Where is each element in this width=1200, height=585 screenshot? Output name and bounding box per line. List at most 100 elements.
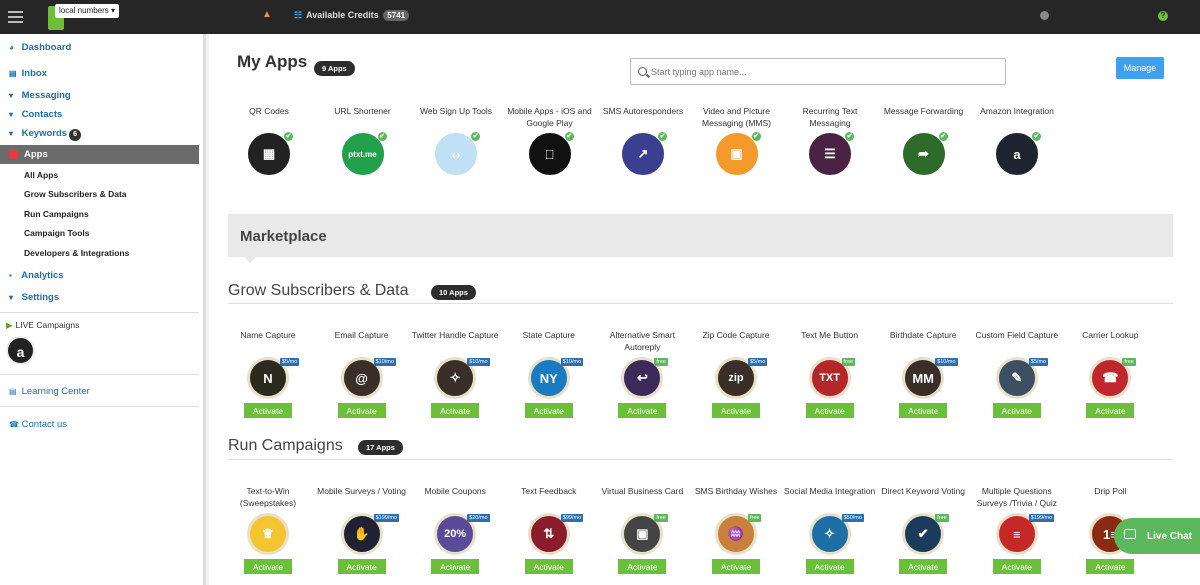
sidebar-item-contacts[interactable]: ▾ Contacts — [9, 109, 62, 120]
trophy-icon[interactable]: ♕ — [247, 513, 289, 555]
image-icon[interactable]: ▣✔ — [716, 133, 758, 175]
sidebar-item-messaging[interactable]: ▾ Messaging — [9, 90, 71, 101]
sidebar-item-dashboard[interactable]: ◕ Dashboard — [9, 42, 71, 53]
reply-icon[interactable]: ↩free — [621, 357, 663, 399]
number-select[interactable]: local numbers ▾ — [55, 4, 119, 18]
mobile-app-icon[interactable]: ✔ — [529, 133, 571, 175]
sidebar-sub-campaign-tools[interactable]: Campaign Tools — [24, 228, 90, 238]
app-card[interactable]: Text Me ButtonTXTfreeActivate — [783, 329, 877, 418]
calendar-icon[interactable]: MM$10/mo — [902, 357, 944, 399]
app-card[interactable]: Alternative Smart Autoreply↩freeActivate — [595, 329, 689, 418]
app-card[interactable]: Zip Code Capturezip$5/moActivate — [689, 329, 783, 418]
activate-button[interactable]: Activate — [525, 559, 573, 574]
app-card[interactable]: Email Capture@$10/moActivate — [315, 329, 409, 418]
app-card[interactable]: Video and Picture Messaging (MMS)▣✔ — [690, 105, 784, 175]
app-card[interactable]: URL Shortenerptxt.me✔ — [316, 105, 410, 175]
app-card[interactable]: Direct Keyword Voting✔freeActivate — [876, 485, 970, 574]
app-card[interactable]: Amazon Integrationa✔ — [970, 105, 1064, 175]
menu-icon[interactable] — [8, 11, 23, 23]
qr-code-icon[interactable]: ▦✔ — [248, 133, 290, 175]
manage-button[interactable]: Manage — [1116, 57, 1164, 79]
form-edit-icon[interactable]: ✎$5/mo — [996, 357, 1038, 399]
activate-button[interactable]: Activate — [806, 559, 854, 574]
account-icon[interactable] — [1040, 11, 1049, 20]
name-capture-icon[interactable]: N$5/mo — [247, 357, 289, 399]
activate-button[interactable]: Activate — [899, 403, 947, 418]
app-card[interactable]: Carrier Lookup☎freeActivate — [1063, 329, 1157, 418]
cake-icon[interactable]: ♒free — [715, 513, 757, 555]
app-card[interactable]: Virtual Business Card▣freeActivate — [595, 485, 689, 574]
rocket-icon[interactable]: ▲ — [262, 9, 272, 20]
sidebar-item-settings[interactable]: ▾ Settings — [9, 292, 59, 303]
activate-button[interactable]: Activate — [618, 403, 666, 418]
app-card[interactable]: Web Sign Up Tools‹›✔ — [409, 105, 503, 175]
phone-search-icon[interactable]: ☎free — [1089, 357, 1131, 399]
app-card[interactable]: Mobile Apps - iOS and Google Play✔ — [503, 105, 597, 175]
activate-button[interactable]: Activate — [899, 559, 947, 574]
app-card[interactable]: State CaptureNY$10/moActivate — [502, 329, 596, 418]
activate-button[interactable]: Activate — [618, 559, 666, 574]
activate-button[interactable]: Activate — [244, 559, 292, 574]
help-icon[interactable]: ? — [1158, 11, 1168, 21]
app-card[interactable]: Multiple Questions Surveys /Trivia / Qui… — [970, 485, 1064, 574]
app-card[interactable]: SMS Birthday Wishes♒freeActivate — [689, 485, 783, 574]
amazon-icon[interactable]: a — [6, 336, 35, 365]
activate-button[interactable]: Activate — [712, 559, 760, 574]
app-card[interactable]: Text Feedback⇅$99/moActivate — [502, 485, 596, 574]
sidebar-sub-developers[interactable]: Developers & Integrations — [24, 248, 129, 258]
app-card[interactable]: Recurring Text Messaging☰✔ — [783, 105, 877, 175]
state-map-icon[interactable]: NY$10/mo — [528, 357, 570, 399]
sidebar-sub-grow-subscribers[interactable]: Grow Subscribers & Data — [24, 189, 127, 199]
app-card[interactable]: Custom Field Capture✎$5/moActivate — [970, 329, 1064, 418]
live-chat-button[interactable]: Live Chat — [1114, 518, 1200, 554]
text-me-icon[interactable]: TXTfree — [809, 357, 851, 399]
list-icon[interactable]: ≡$199/mo — [996, 513, 1038, 555]
sidebar-sub-run-campaigns[interactable]: Run Campaigns — [24, 209, 89, 219]
zip-icon[interactable]: zip$5/mo — [715, 357, 757, 399]
amazon-icon[interactable]: a✔ — [996, 133, 1038, 175]
thumbs-up-icon[interactable]: ✋$199/mo — [341, 513, 383, 555]
forward-arrow-icon[interactable]: ➦✔ — [903, 133, 945, 175]
key-check-icon[interactable]: ✔free — [902, 513, 944, 555]
percent-icon[interactable]: 20%$20/mo — [434, 513, 476, 555]
activate-button[interactable]: Activate — [993, 559, 1041, 574]
sidebar-item-keywords[interactable]: ▾ Keywords6 — [9, 128, 81, 141]
activate-button[interactable]: Activate — [1086, 559, 1134, 574]
code-icon[interactable]: ‹›✔ — [435, 133, 477, 175]
app-card[interactable]: Social Media Integration✧$50/moActivate — [783, 485, 877, 574]
contact-card-icon[interactable]: ▣free — [621, 513, 663, 555]
activate-button[interactable]: Activate — [431, 403, 479, 418]
app-card[interactable]: Text-to-Win (Sweepstakes)♕Activate — [221, 485, 315, 574]
app-card[interactable]: SMS Autoresponders↗✔ — [596, 105, 690, 175]
activate-button[interactable]: Activate — [806, 403, 854, 418]
activate-button[interactable]: Activate — [1086, 403, 1134, 418]
sidebar-item-apps[interactable]: Apps — [0, 145, 199, 164]
sidebar-item-learning-center[interactable]: ▤ Learning Center — [9, 386, 90, 397]
sidebar-item-contact-us[interactable]: ☎ Contact us — [9, 419, 67, 430]
vote-arrows-icon[interactable]: ⇅$99/mo — [528, 513, 570, 555]
activate-button[interactable]: Activate — [338, 559, 386, 574]
sidebar-item-analytics[interactable]: ▪ Analytics — [9, 270, 64, 281]
app-card[interactable]: Message Forwarding➦✔ — [877, 105, 971, 175]
activate-button[interactable]: Activate — [431, 559, 479, 574]
email-at-icon[interactable]: @$10/mo — [341, 357, 383, 399]
activate-button[interactable]: Activate — [338, 403, 386, 418]
activate-button[interactable]: Activate — [712, 403, 760, 418]
activate-button[interactable]: Activate — [993, 403, 1041, 418]
search-input[interactable] — [630, 58, 1006, 85]
arrow-out-icon[interactable]: ↗✔ — [622, 133, 664, 175]
app-card[interactable]: Mobile Surveys / Voting✋$199/moActivate — [315, 485, 409, 574]
activate-button[interactable]: Activate — [244, 403, 292, 418]
app-card[interactable]: Mobile Coupons20%$20/moActivate — [408, 485, 502, 574]
sidebar-item-inbox[interactable]: ▤ Inbox — [9, 68, 47, 79]
twitter-icon[interactable]: ✧$10/mo — [434, 357, 476, 399]
app-card[interactable]: Name CaptureN$5/moActivate — [221, 329, 315, 418]
database-icon[interactable]: ☰✔ — [809, 133, 851, 175]
app-card[interactable]: Twitter Handle Capture✧$10/moActivate — [408, 329, 502, 418]
social-twitter-icon[interactable]: ✧$50/mo — [809, 513, 851, 555]
activate-button[interactable]: Activate — [525, 403, 573, 418]
link-icon[interactable]: ptxt.me✔ — [342, 133, 384, 175]
sidebar-sub-all-apps[interactable]: All Apps — [24, 170, 58, 180]
live-campaigns[interactable]: ▶LIVE Campaigns — [6, 320, 79, 331]
app-card[interactable]: Birthdate CaptureMM$10/moActivate — [876, 329, 970, 418]
